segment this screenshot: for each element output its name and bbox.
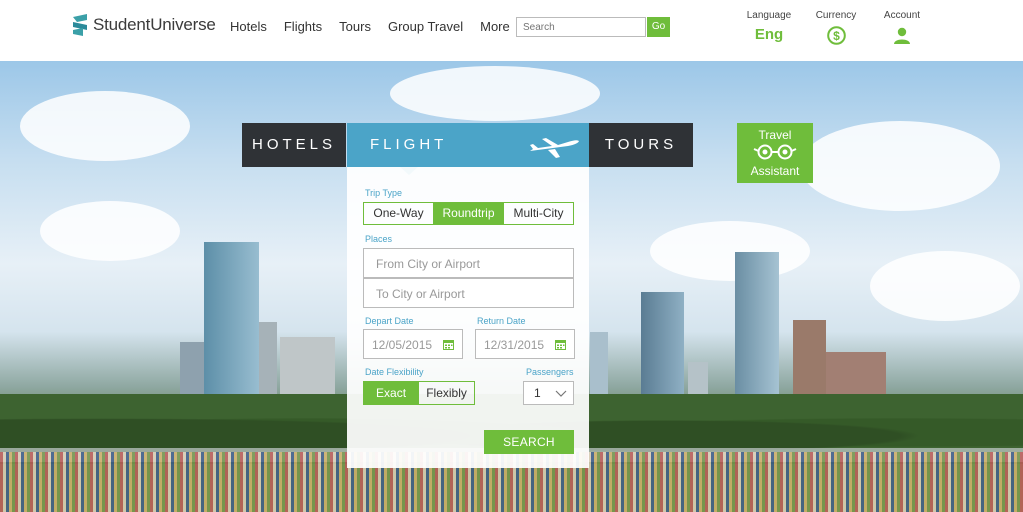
search-flights-button[interactable]: SEARCH: [484, 430, 574, 454]
from-city-input[interactable]: From City or Airport: [363, 248, 574, 278]
glasses-icon: [737, 144, 813, 163]
site-header: StudentUniverse Hotels Flights Tours Gro…: [0, 0, 1023, 61]
date-flexibility-label: Date Flexibility: [365, 367, 424, 377]
search-input[interactable]: [516, 17, 646, 37]
flex-exact[interactable]: Exact: [364, 382, 420, 404]
brand-name: StudentUniverse: [93, 15, 216, 34]
currency-label: Currency: [815, 10, 857, 21]
nav-hotels[interactable]: Hotels: [230, 19, 267, 34]
return-date-label: Return Date: [477, 316, 526, 326]
depart-date-value: 12/05/2015: [372, 338, 433, 352]
places-label: Places: [365, 234, 393, 244]
return-date-value: 12/31/2015: [484, 338, 545, 352]
language-value: Eng: [754, 26, 784, 43]
chevron-down-icon: [555, 387, 567, 402]
return-date-field[interactable]: 12/31/2015: [475, 329, 575, 359]
passengers-value: 1: [534, 386, 541, 400]
account-label: Account: [883, 10, 921, 21]
language-selector[interactable]: Language Eng: [745, 10, 793, 43]
tab-flight[interactable]: FLIGHT: [347, 123, 589, 175]
trip-type-multi-city[interactable]: Multi-City: [504, 203, 573, 224]
tab-tours[interactable]: TOURS: [589, 123, 693, 167]
svg-text:$: $: [833, 29, 840, 43]
account-menu[interactable]: Account: [880, 10, 924, 49]
date-flexibility-selector: Exact Flexibly: [363, 381, 475, 405]
nav-more[interactable]: More: [480, 19, 510, 34]
dollar-circle-icon: $: [813, 26, 859, 50]
flex-flexibly[interactable]: Flexibly: [419, 382, 474, 404]
nav-flights[interactable]: Flights: [284, 19, 322, 34]
travel-assistant-line2: Assistant: [750, 164, 800, 178]
currency-selector[interactable]: Currency $: [813, 10, 859, 50]
logo-icon: [71, 14, 89, 36]
user-icon: [880, 26, 924, 49]
calendar-icon: [555, 339, 566, 353]
language-label: Language: [746, 10, 792, 21]
main-nav: Hotels Flights Tours Group Travel More: [230, 19, 527, 34]
travel-assistant-line1: Travel: [758, 128, 792, 142]
tab-hotels[interactable]: HOTELS: [242, 123, 346, 167]
depart-date-field[interactable]: 12/05/2015: [363, 329, 463, 359]
trip-type-label: Trip Type: [365, 188, 403, 198]
nav-group-travel[interactable]: Group Travel: [388, 19, 463, 34]
passengers-select[interactable]: 1: [523, 381, 574, 405]
nav-tours[interactable]: Tours: [339, 19, 371, 34]
tab-flight-label: FLIGHT: [370, 136, 448, 153]
logo[interactable]: StudentUniverse: [71, 14, 216, 36]
trip-type-one-way[interactable]: One-Way: [364, 203, 434, 224]
trip-type-selector: One-Way Roundtrip Multi-City: [363, 202, 574, 225]
depart-date-label: Depart Date: [365, 316, 414, 326]
travel-assistant-button[interactable]: Travel Assistant: [737, 123, 813, 183]
trip-type-roundtrip[interactable]: Roundtrip: [434, 203, 504, 224]
to-city-input[interactable]: To City or Airport: [363, 278, 574, 308]
search-go-button[interactable]: Go: [647, 17, 670, 37]
passengers-label: Passengers: [526, 367, 574, 377]
calendar-icon: [443, 339, 454, 353]
